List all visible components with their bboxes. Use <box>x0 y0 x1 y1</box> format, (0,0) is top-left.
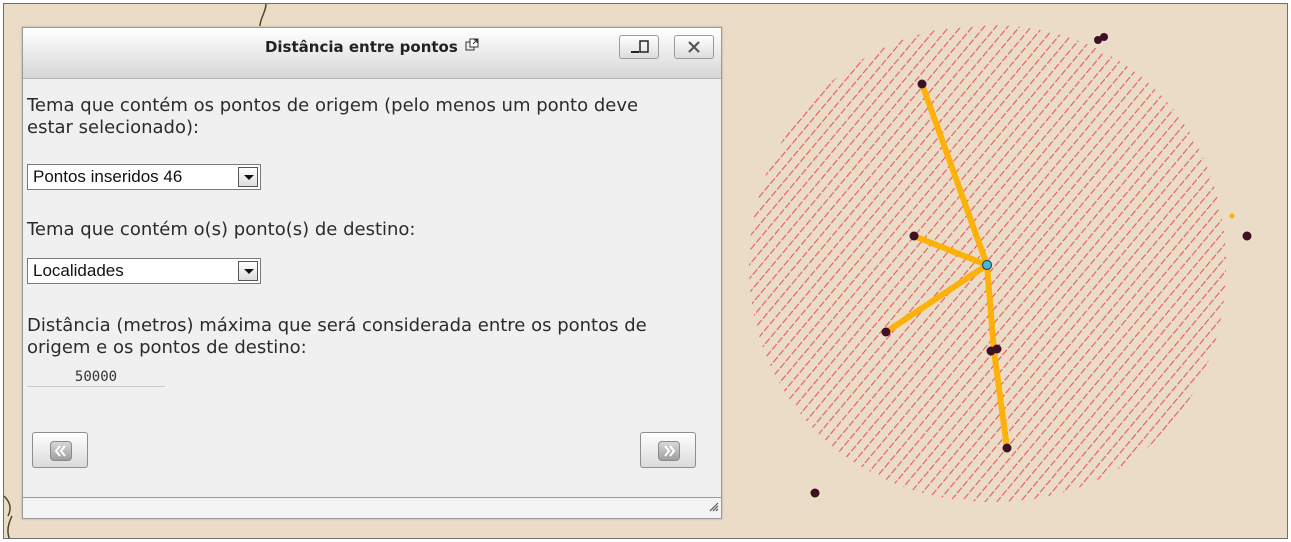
origin-theme-select[interactable]: Pontos inseridos 46 <box>27 164 261 190</box>
origin-point[interactable] <box>981 259 993 271</box>
map-point <box>810 488 820 498</box>
max-distance-input[interactable] <box>27 367 165 387</box>
map-point <box>1002 443 1012 453</box>
dialog-statusbar <box>23 497 721 518</box>
chevron-down-icon[interactable] <box>238 261 258 281</box>
next-button[interactable] <box>640 432 696 468</box>
close-button[interactable] <box>674 35 714 59</box>
dialog-titlebar[interactable]: Distância entre pontos <box>23 28 721 79</box>
map-point <box>992 344 1002 354</box>
map-boundary-line <box>7 515 13 538</box>
max-distance-label: Distância (metros) máxima que será consi… <box>27 315 647 358</box>
previous-button[interactable] <box>32 432 88 468</box>
origin-theme-label: Tema que contém os pontos de origem (pel… <box>27 95 639 138</box>
map-boundary-line <box>4 495 11 517</box>
map-boundary-line <box>259 4 267 27</box>
minimize-icon <box>620 40 658 62</box>
dialog-title-wrap: Distância entre pontos <box>23 38 721 56</box>
dialog-title: Distância entre pontos <box>264 38 458 56</box>
minimize-button[interactable] <box>619 35 659 59</box>
map-point <box>917 79 927 89</box>
map-point <box>909 231 919 241</box>
double-chevron-left-icon <box>50 441 72 461</box>
destination-theme-select-value: Localidades <box>33 261 124 280</box>
popout-icon[interactable] <box>465 38 479 56</box>
map-point-highlight <box>1229 213 1235 219</box>
map-point <box>1100 33 1108 41</box>
resize-grip-icon[interactable] <box>707 497 719 516</box>
destination-theme-select[interactable]: Localidades <box>27 258 261 284</box>
chevron-down-icon[interactable] <box>238 167 258 187</box>
map-point <box>881 327 891 337</box>
double-chevron-right-icon <box>658 441 680 461</box>
origin-theme-select-value: Pontos inseridos 46 <box>33 167 183 186</box>
close-icon <box>675 41 713 62</box>
map-point <box>1242 231 1252 241</box>
distance-dialog: Distância entre pontos Tema que contém o… <box>22 27 722 519</box>
destination-theme-label: Tema que contém o(s) ponto(s) de destino… <box>27 219 416 240</box>
